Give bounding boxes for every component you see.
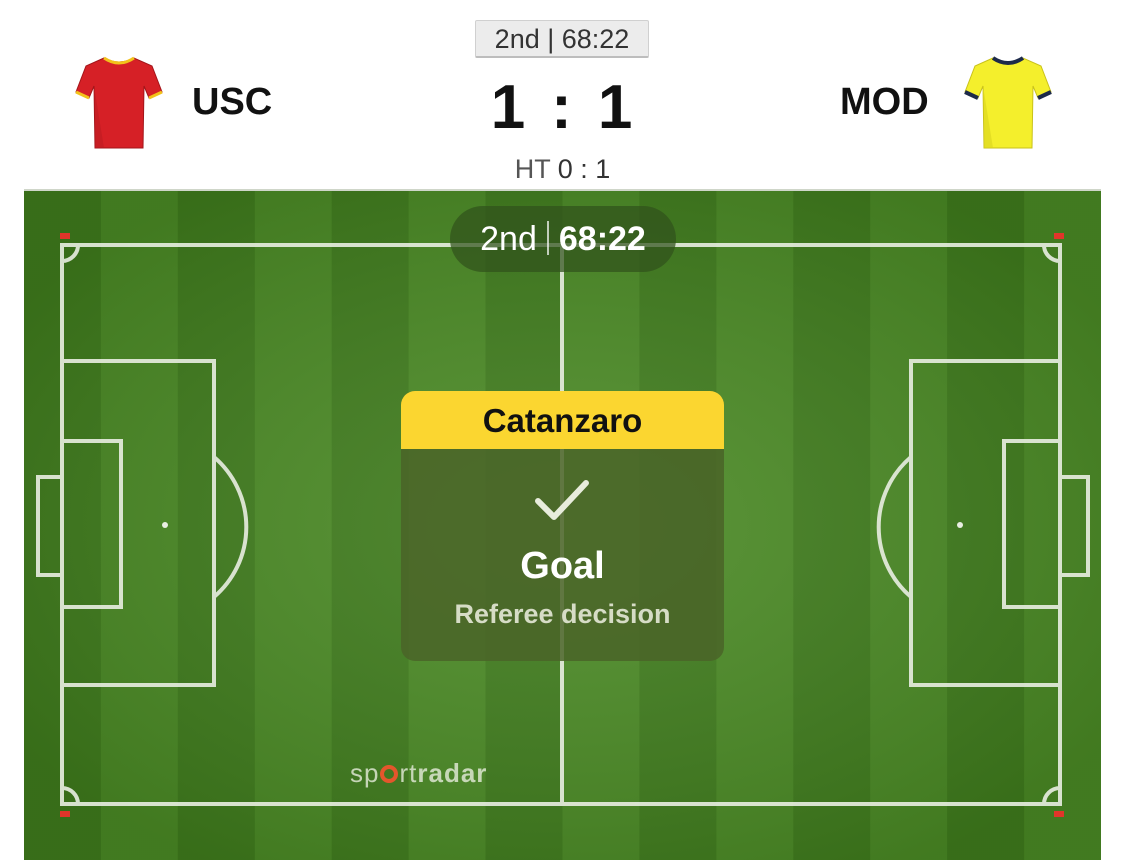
period-time-chip: 2nd | 68:22 bbox=[475, 20, 649, 58]
event-subtitle: Referee decision bbox=[454, 599, 671, 629]
scoreboard-header: 2nd | 68:22 USC 1:1 HT 0 : 1 MOD bbox=[0, 0, 1125, 191]
clock-time: 68:22 bbox=[558, 220, 646, 258]
logo-o-mark bbox=[380, 765, 399, 783]
yellow-jersey-icon bbox=[964, 56, 1052, 149]
logo-text-start: sp bbox=[350, 758, 380, 788]
away-score: 1 bbox=[597, 73, 635, 142]
logo-text-end: radar bbox=[417, 758, 488, 788]
event-team-name: Catanzaro bbox=[401, 391, 724, 449]
event-title: Goal bbox=[520, 545, 605, 587]
halftime-label: HT bbox=[514, 154, 551, 184]
clock-divider bbox=[546, 221, 549, 256]
halftime-score: HT 0 : 1 bbox=[460, 152, 665, 186]
halftime-value: 0 : 1 bbox=[557, 154, 611, 184]
home-score: 1 bbox=[490, 73, 528, 142]
match-tracker: 2nd | 68:22 USC 1:1 HT 0 : 1 MOD 2nd 68:… bbox=[0, 0, 1125, 860]
away-team-name: MOD bbox=[840, 81, 929, 123]
sportradar-logo: sp rtradar bbox=[350, 756, 487, 790]
match-score: 1:1 bbox=[460, 70, 665, 146]
match-clock-pill: 2nd 68:22 bbox=[450, 206, 676, 272]
checkmark-icon bbox=[535, 480, 589, 520]
red-jersey-icon bbox=[75, 56, 163, 149]
goal-event-card: Catanzaro Goal Referee decision bbox=[401, 391, 724, 661]
clock-period: 2nd bbox=[480, 220, 537, 258]
score-separator: : bbox=[551, 73, 574, 142]
logo-text-mid: rt bbox=[399, 758, 418, 788]
home-team-name: USC bbox=[192, 81, 273, 123]
